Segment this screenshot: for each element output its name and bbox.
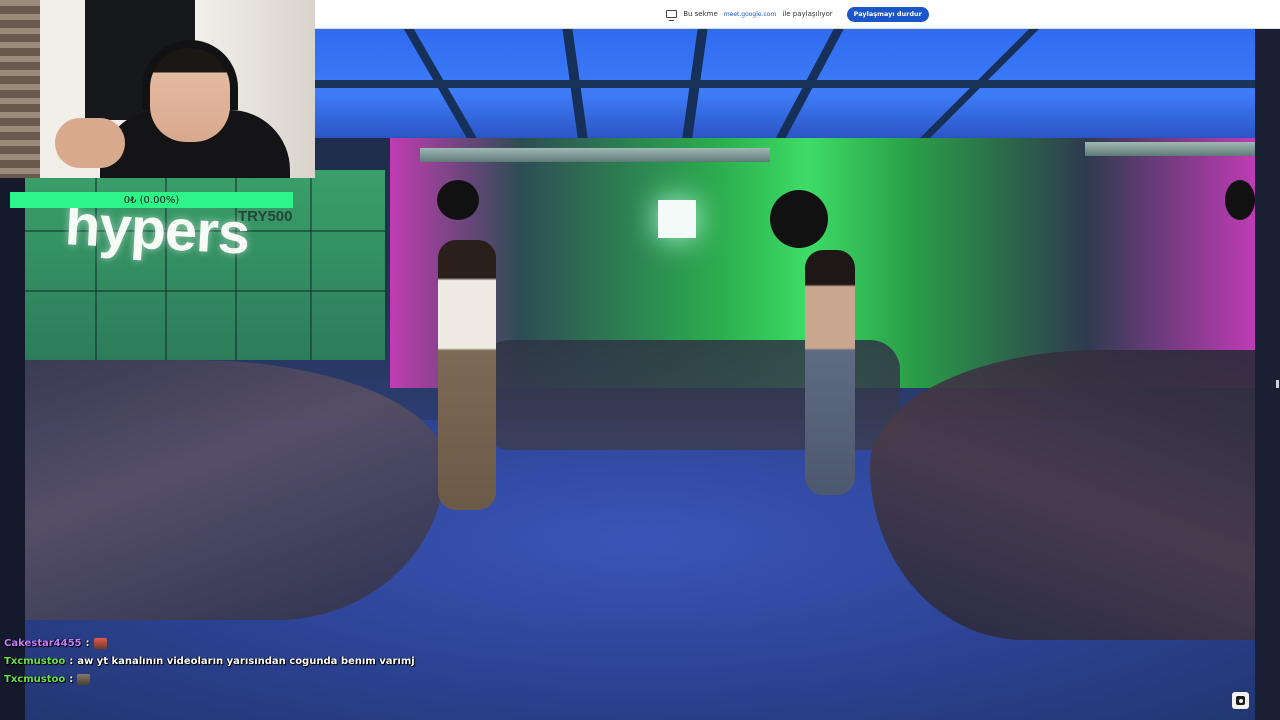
chat-text: aw yt kanalının videoların yarısından co…: [77, 655, 415, 667]
share-prefix: Bu sekme: [683, 10, 718, 18]
camera-toggle-icon[interactable]: [1232, 692, 1249, 709]
donation-goal-bar: 0₺ (0.00%): [10, 192, 293, 208]
goal-text: 0₺ (0.00%): [123, 194, 180, 206]
sign-label: TRY500: [238, 208, 293, 225]
dancer-left: [438, 240, 496, 510]
chat-message: Txcmustoo : aw yt kanalının videoların y…: [4, 652, 604, 670]
chat-message: Cakestar4455 :: [4, 634, 604, 652]
share-domain: meet.google.com: [723, 10, 777, 18]
emote-icon: [77, 673, 91, 685]
chat-message: Txcmustoo :: [4, 670, 604, 688]
light-box: [658, 200, 696, 238]
chat-username: Txcmustoo: [4, 673, 66, 685]
stop-sharing-button[interactable]: Paylaşmayı durdur: [846, 6, 929, 22]
emote-icon: [93, 637, 107, 649]
tab-sharing-bar: Bu sekme meet.google.com ile paylaşılıyo…: [315, 0, 1280, 29]
share-suffix: ile paylaşılıyor: [782, 10, 833, 18]
chat-separator: :: [69, 655, 74, 667]
chat-separator: :: [85, 637, 90, 649]
crowd-right: [870, 350, 1255, 640]
resize-handle[interactable]: [1276, 380, 1279, 388]
chat-overlay: Cakestar4455 : Txcmustoo : aw yt kanalın…: [4, 634, 604, 688]
dancer-right: [805, 250, 855, 495]
chat-separator: :: [69, 673, 74, 685]
webcam-overlay: [0, 0, 315, 178]
screen-share-icon: [666, 10, 678, 21]
crowd-left: [25, 360, 445, 620]
chat-username: Txcmustoo: [4, 655, 66, 667]
ceiling-lights: [315, 28, 1260, 138]
chat-username: Cakestar4455: [4, 637, 82, 649]
